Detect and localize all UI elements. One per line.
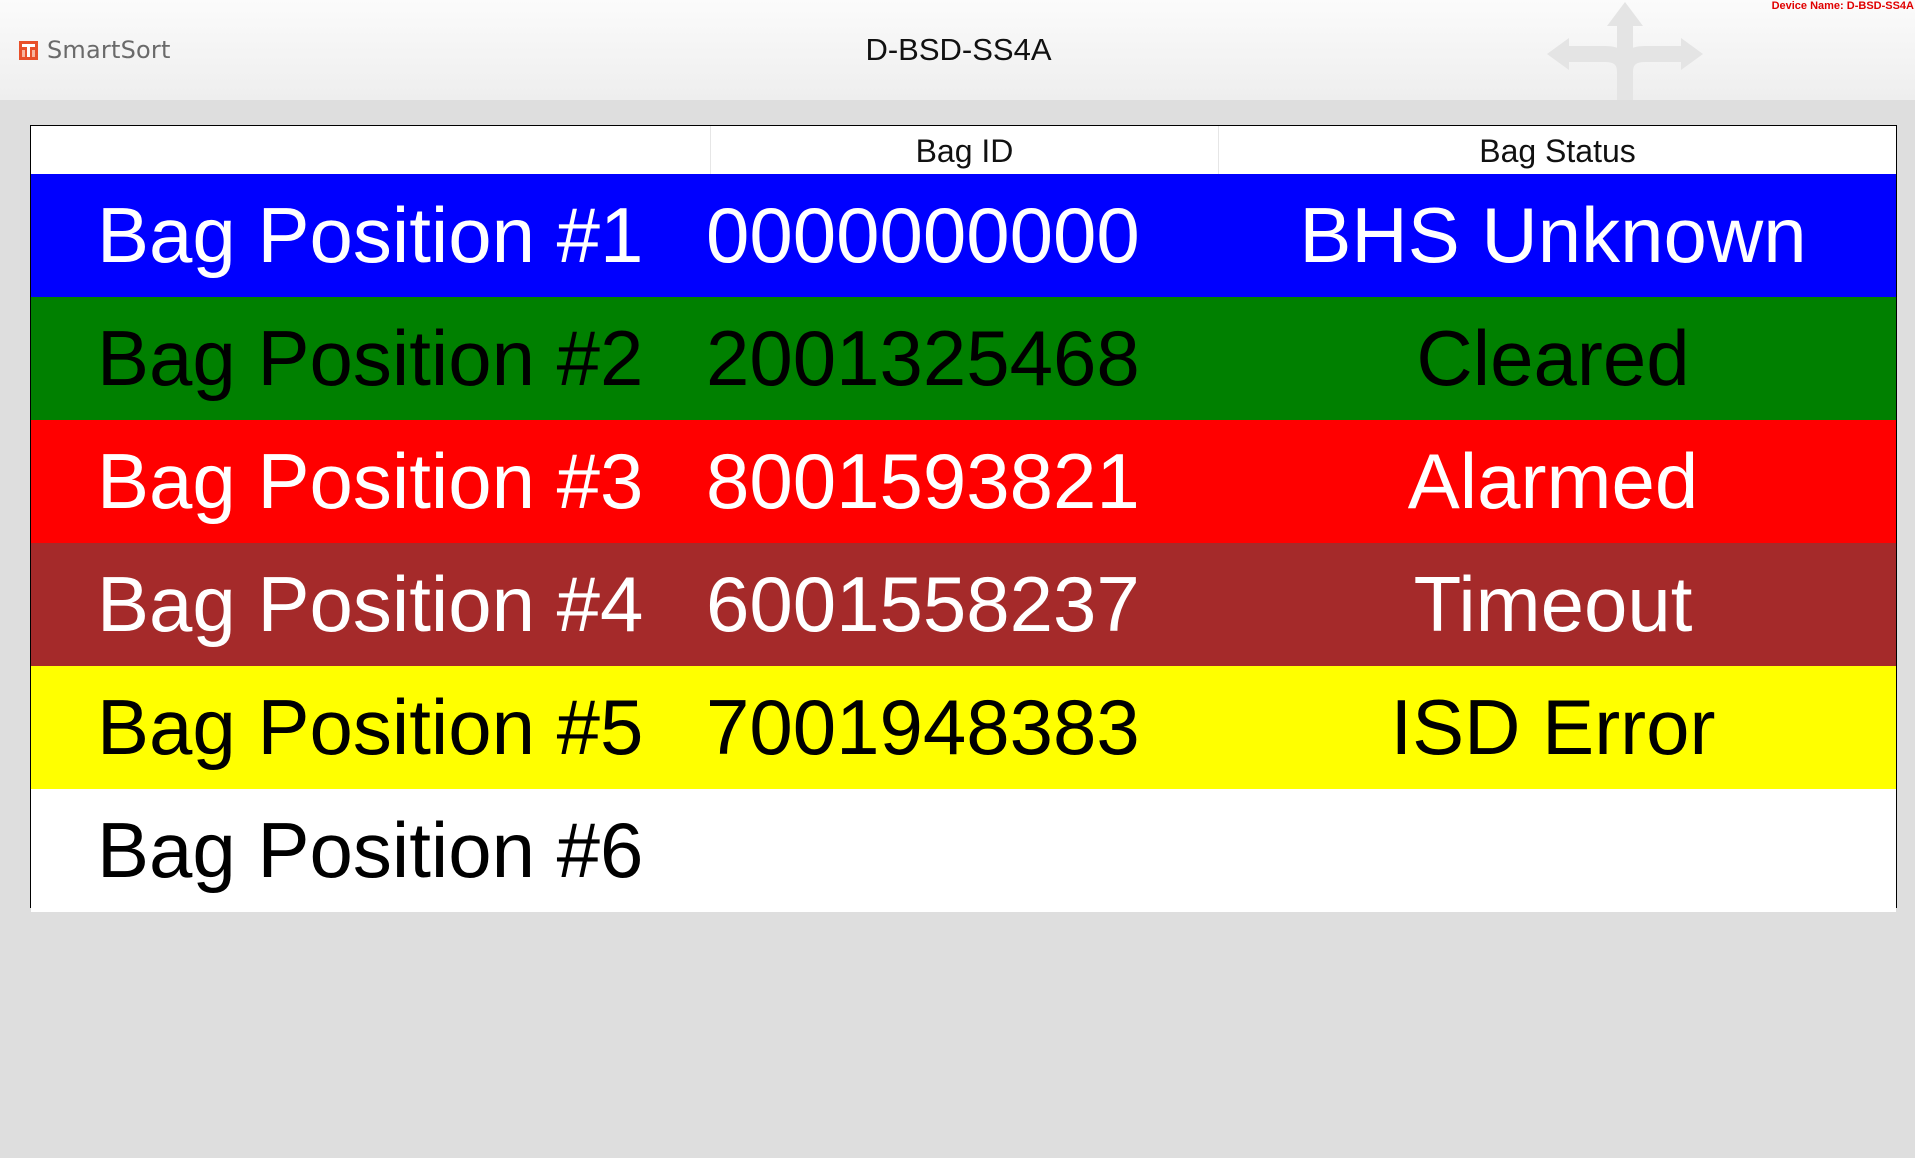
device-title-text: D-BSD-SS4A bbox=[865, 32, 1052, 67]
bag-status-value: BHS Unknown bbox=[1299, 191, 1807, 279]
bag-position-label: Bag Position #3 bbox=[97, 437, 644, 525]
bag-position-table: Bag ID Bag Status Bag Position #1 0000000… bbox=[30, 125, 1897, 912]
table-row: Bag Position #2 2001325468 Cleared bbox=[31, 297, 1896, 420]
bag-id-value: 2001325468 bbox=[706, 314, 1140, 402]
device-title: D-BSD-SS4A bbox=[0, 32, 1915, 68]
bag-id-value: 7001948383 bbox=[706, 683, 1140, 771]
bag-id-cell: 2001325468 bbox=[706, 297, 1218, 420]
bag-id-cell bbox=[710, 789, 1218, 912]
bag-status-cell: Cleared bbox=[1218, 297, 1896, 420]
table-row: Bag Position #5 7001948383 ISD Error bbox=[31, 666, 1896, 789]
bag-status-value: Alarmed bbox=[1407, 437, 1699, 525]
table-row: Bag Position #4 6001558237 Timeout bbox=[31, 543, 1896, 666]
bag-status-cell: ISD Error bbox=[1218, 666, 1896, 789]
bag-status-value: Cleared bbox=[1416, 314, 1690, 402]
bag-id-value: 8001593821 bbox=[706, 437, 1140, 525]
bag-position-label: Bag Position #2 bbox=[97, 314, 644, 402]
bag-id-value: 0000000000 bbox=[706, 191, 1140, 279]
bag-id-cell: 6001558237 bbox=[706, 543, 1218, 666]
bag-status-value: Timeout bbox=[1413, 560, 1693, 648]
table-row: Bag Position #6 bbox=[31, 789, 1896, 912]
device-name-label: Device Name: D-BSD-SS4A bbox=[1771, 0, 1914, 12]
bag-status-cell: Alarmed bbox=[1218, 420, 1896, 543]
column-header-bag-status: Bag Status bbox=[1218, 126, 1896, 174]
bag-status-cell bbox=[1218, 789, 1896, 912]
column-header-position bbox=[31, 126, 710, 174]
column-header-bag-id: Bag ID bbox=[710, 126, 1218, 174]
bag-status-value: ISD Error bbox=[1390, 683, 1716, 771]
bag-id-cell: 8001593821 bbox=[706, 420, 1218, 543]
bag-position-label: Bag Position #1 bbox=[97, 191, 644, 279]
bag-id-cell: 7001948383 bbox=[706, 666, 1218, 789]
table-row: Bag Position #3 8001593821 Alarmed bbox=[31, 420, 1896, 543]
table-body: Bag Position #1 0000000000 BHS Unknown Bag … bbox=[31, 174, 1896, 912]
app-header: SmartSort D-BSD-SS4A Device Name: D-BSD-… bbox=[0, 0, 1915, 100]
bag-position-label: Bag Position #4 bbox=[97, 560, 644, 648]
bag-id-cell: 0000000000 bbox=[706, 174, 1218, 297]
bag-status-cell: BHS Unknown bbox=[1218, 174, 1896, 297]
bag-position-label: Bag Position #5 bbox=[97, 683, 644, 771]
bag-status-cell: Timeout bbox=[1218, 543, 1896, 666]
table-row: Bag Position #1 0000000000 BHS Unknown bbox=[31, 174, 1896, 297]
bag-id-value: 6001558237 bbox=[706, 560, 1140, 648]
bag-position-label: Bag Position #6 bbox=[97, 806, 644, 894]
table-header: Bag ID Bag Status bbox=[31, 126, 1896, 174]
